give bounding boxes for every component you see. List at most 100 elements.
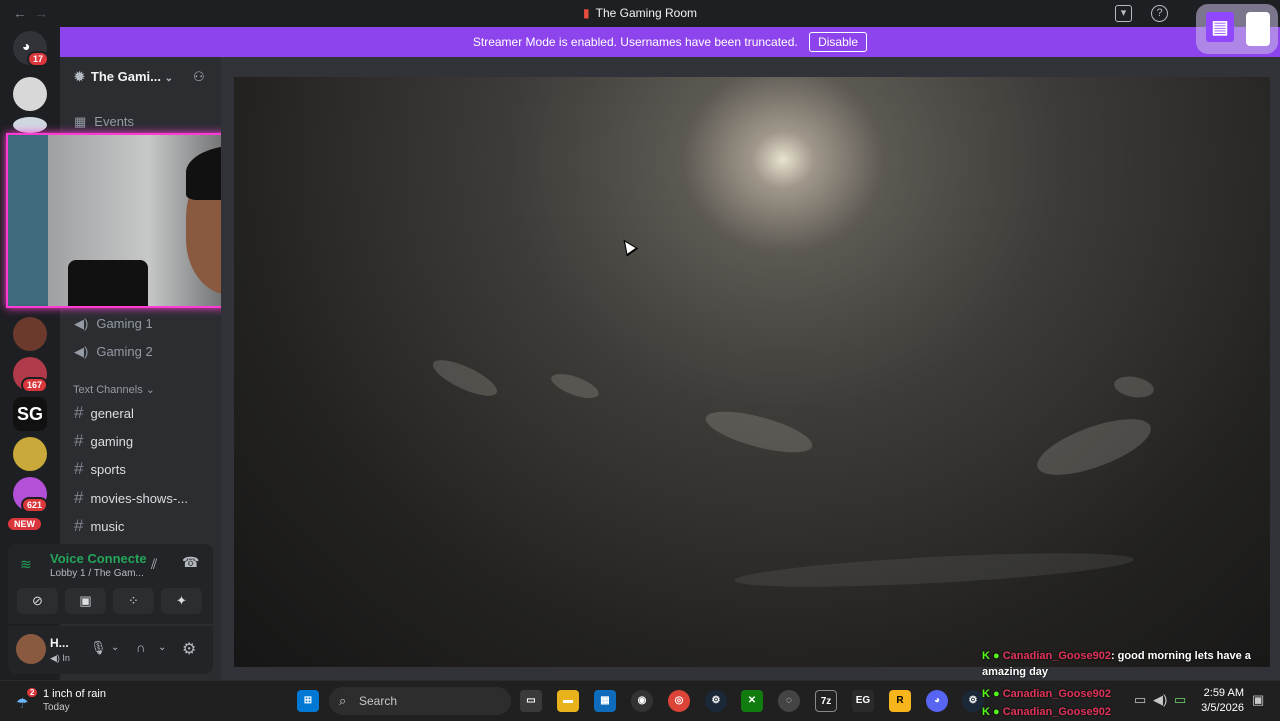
channel-gaming[interactable]: # gaming <box>74 431 133 451</box>
avatar[interactable] <box>16 634 46 664</box>
task-view-icon[interactable]: ▭ <box>520 690 542 712</box>
discord-logo-icon: ◕ <box>22 38 31 54</box>
voice-location[interactable]: Lobby 1 / The Gam... <box>50 568 144 579</box>
window-title: ▮ The Gaming Room <box>0 6 1280 20</box>
user-status-text: In <box>62 653 70 663</box>
inbox-icon[interactable]: ▾ <box>1115 5 1132 22</box>
server-name: The Gami... <box>90 69 161 84</box>
notification-icon[interactable]: ▣ <box>1252 692 1264 708</box>
camera-off-button[interactable]: ⊘ <box>17 588 58 614</box>
invite-icon[interactable]: ⚇ <box>193 69 205 85</box>
volume-icon[interactable]: ◀) <box>1153 692 1167 708</box>
start-button[interactable]: ⊞ <box>297 690 319 712</box>
new-badge: NEW <box>6 516 43 532</box>
username: H... <box>50 636 69 650</box>
screen-share-icon: ▣ <box>79 593 92 608</box>
chrome-icon[interactable]: ◎ <box>668 690 690 712</box>
server-icon-6[interactable] <box>13 437 47 471</box>
rockstar-icon[interactable]: R <box>889 690 911 712</box>
hash-icon: # <box>74 488 84 507</box>
steam-tray-icon[interactable]: ⚙ <box>962 690 984 712</box>
headphones-icon[interactable]: ∩ <box>136 640 145 655</box>
server-badge: 167 <box>21 377 49 393</box>
text-channels-category[interactable]: Text Channels ⌄ <box>73 383 155 396</box>
chevron-down-icon: ⌄ <box>145 384 155 396</box>
kick-logo-icon <box>1246 12 1270 46</box>
chevron-down-icon: ⌄ <box>164 73 173 84</box>
steam-icon[interactable]: ⚙ <box>705 690 727 712</box>
xbox-icon[interactable]: ✕ <box>741 690 763 712</box>
hash-icon: # <box>74 516 84 535</box>
voice-connection-panel: ≋ Voice Connecte Lobby 1 / The Gam... ⫽ … <box>8 544 213 624</box>
clock[interactable]: 2:59 AM 3/5/2026 <box>1196 686 1244 716</box>
server-icon-3[interactable] <box>13 317 47 351</box>
chevron-down-icon[interactable]: ⌄ <box>158 642 166 653</box>
channel-label: gaming <box>90 434 134 449</box>
hash-icon: # <box>74 459 84 478</box>
voice-status[interactable]: Voice Connecte <box>50 551 147 566</box>
server-icon-1[interactable] <box>13 77 47 111</box>
channel-music[interactable]: # music <box>74 516 124 536</box>
channel-label: movies-shows-... <box>90 491 188 506</box>
disable-button[interactable]: Disable <box>809 32 868 52</box>
kick-icon: K ● <box>982 706 1000 718</box>
rain-icon: ☂ <box>16 695 29 711</box>
noise-suppression-icon[interactable]: ⫽ <box>151 556 157 573</box>
server-icon-5[interactable]: SG <box>13 397 47 431</box>
search-icon: ⌕ <box>339 693 347 708</box>
stream-video[interactable] <box>234 77 1270 667</box>
events-item[interactable]: ▦ Events <box>74 114 134 130</box>
soundboard-icon: ✦ <box>176 593 187 608</box>
server-icon-7[interactable]: 621 <box>13 477 49 513</box>
discord-home-icon[interactable]: ◕ 17 <box>13 31 50 67</box>
search-box[interactable]: ⌕ Search <box>329 687 511 715</box>
signal-icon[interactable]: ≋ <box>20 556 32 573</box>
channel-general[interactable]: # general <box>74 403 134 423</box>
chat-user-row: K ● Canadian_Goose902 <box>982 685 1111 703</box>
twitch-overlay: ▤ <box>1196 4 1278 54</box>
help-icon[interactable]: ? <box>1151 5 1168 22</box>
soundboard-button[interactable]: ✦ <box>161 588 202 614</box>
server-name-header[interactable]: ✹ The Gami... ⌄ <box>74 69 173 85</box>
category-label: Text Channels <box>73 384 143 396</box>
weather-sub: Today <box>43 702 70 713</box>
chat-username: Canadian_Goose902 <box>1002 650 1111 662</box>
ubisoft-icon[interactable]: ◌ <box>778 690 800 712</box>
activities-button[interactable]: ⁘ <box>113 588 154 614</box>
calendar-icon: ▦ <box>74 114 87 129</box>
server-gear-icon: ✹ <box>74 69 85 84</box>
disconnect-icon[interactable]: ☎ <box>182 554 199 571</box>
microphone-icon[interactable]: 🎙 <box>90 640 107 656</box>
clock-date: 3/5/2026 <box>1201 702 1244 714</box>
speaker-icon: ◀) <box>74 344 89 359</box>
epic-games-icon[interactable]: EG <box>852 690 874 712</box>
battery-icon[interactable]: ▭ <box>1174 692 1186 708</box>
screen-share-button[interactable]: ▣ <box>65 588 106 614</box>
activities-icon: ⁘ <box>128 593 139 608</box>
settings-gear-icon[interactable]: ⚙ <box>182 639 196 659</box>
server-icon-2[interactable] <box>13 117 47 133</box>
file-explorer-icon[interactable]: ▬ <box>557 690 579 712</box>
twitch-logo-icon: ▤ <box>1206 12 1234 42</box>
kick-icon: K ● <box>982 688 1000 700</box>
channel-movies-shows[interactable]: # movies-shows-... <box>74 488 188 508</box>
speaker-icon: ◀) <box>50 653 63 663</box>
obs-icon[interactable]: ◉ <box>631 690 653 712</box>
chat-message: K ● Canadian_Goose902: good morning lets… <box>982 648 1272 680</box>
banner-text: Streamer Mode is enabled. Usernames have… <box>472 35 798 49</box>
7zip-icon[interactable]: 7z <box>815 690 837 712</box>
store-icon[interactable]: ▦ <box>594 690 616 712</box>
voice-channel-label: Gaming 1 <box>96 316 153 331</box>
channel-sports[interactable]: # sports <box>74 459 126 479</box>
channel-label: general <box>90 406 134 421</box>
channel-label: music <box>90 519 125 534</box>
webcam-chair <box>68 260 148 306</box>
chevron-down-icon[interactable]: ⌄ <box>111 642 119 653</box>
display-icon[interactable]: ▭ <box>1134 692 1146 708</box>
discord-taskbar-icon[interactable]: ◕ <box>926 690 948 712</box>
voice-channel-gaming-2[interactable]: ◀) Gaming 2 <box>74 344 153 360</box>
voice-channel-gaming-1[interactable]: ◀) Gaming 1 <box>74 316 153 332</box>
server-icon-4[interactable]: 167 <box>13 357 49 393</box>
events-label: Events <box>94 114 135 129</box>
stream-chat-overlay: K ● Canadian_Goose902: good morning lets… <box>982 648 1272 680</box>
